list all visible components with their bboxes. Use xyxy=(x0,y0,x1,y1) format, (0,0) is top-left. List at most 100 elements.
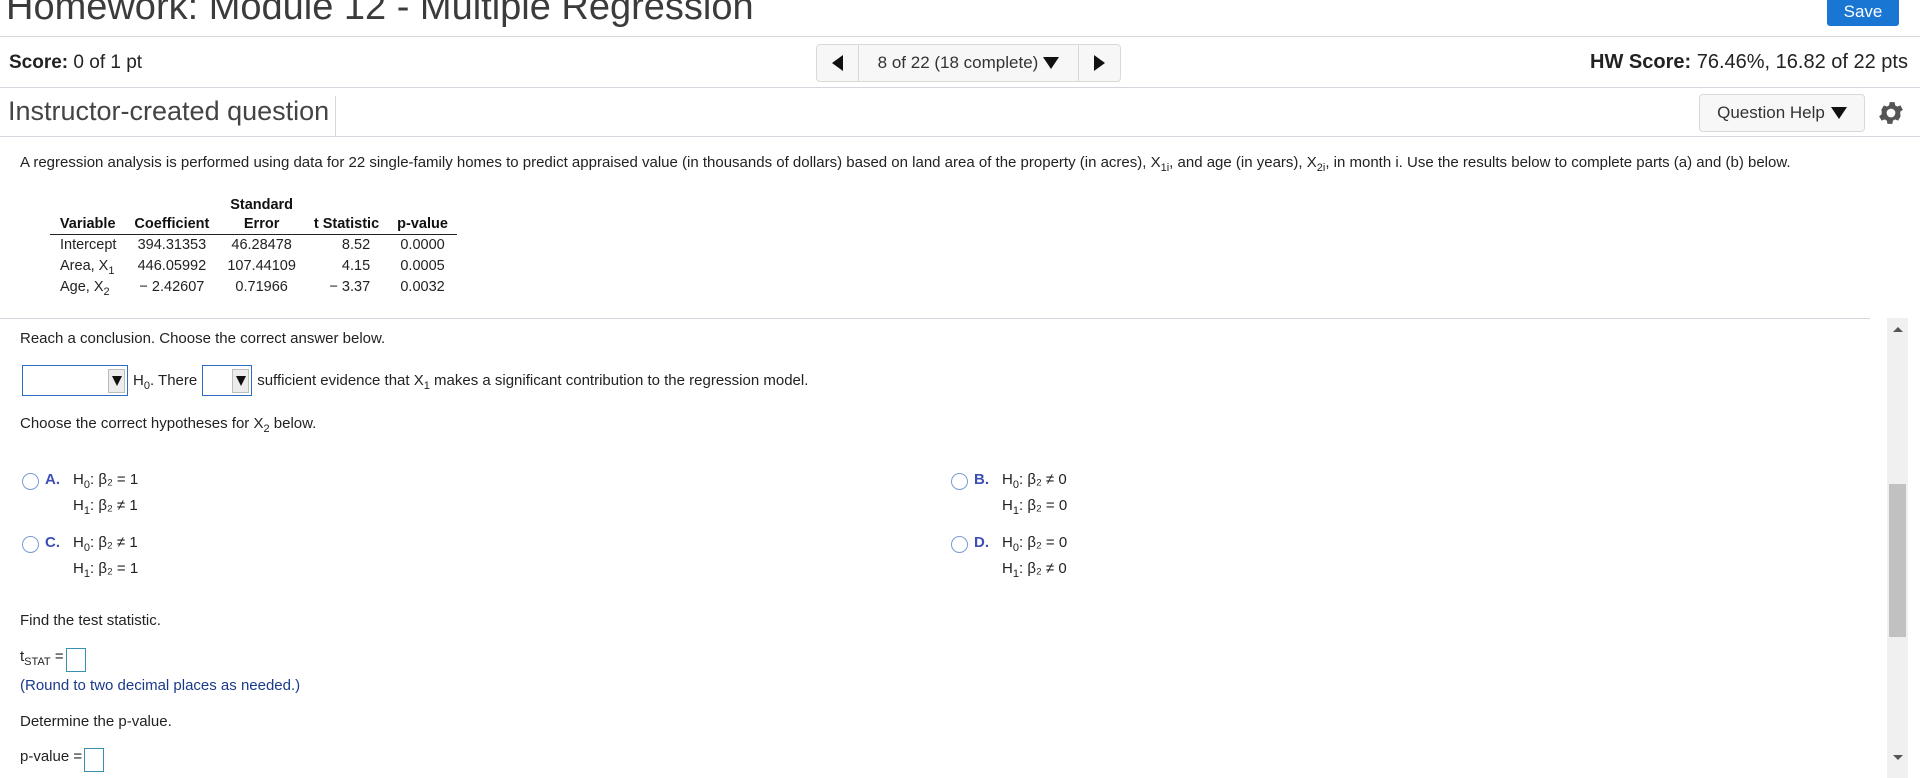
hw-score-label: HW Score: xyxy=(1590,51,1692,73)
choice-a[interactable]: A. H0: β₂ = 1 H1: β₂ ≠ 1 xyxy=(22,471,138,519)
save-button[interactable]: Save xyxy=(1827,0,1899,26)
vertical-scrollbar[interactable] xyxy=(1887,318,1908,778)
header-top xyxy=(125,196,218,215)
chevron-down-icon xyxy=(1043,57,1060,69)
column-header: t Statistic xyxy=(304,215,389,235)
chevron-down-icon xyxy=(1830,107,1847,119)
question-header: Instructor-created question Question Hel… xyxy=(0,89,1920,137)
dropdown-arrow-icon[interactable] xyxy=(108,369,125,393)
regression-table: Standard Variable Coefficient Error t St… xyxy=(50,196,457,298)
page-title: Homework: Module 12 - Multiple Regressio… xyxy=(6,0,754,28)
hw-score: HW Score: 76.46%, 16.82 of 22 pts xyxy=(1590,51,1908,74)
intro-text-3: , in month i. Use the results below to c… xyxy=(1325,154,1791,171)
choice-d[interactable]: D. H0: β₂ = 0 H1: β₂ ≠ 0 xyxy=(951,534,1067,582)
choice-b[interactable]: B. H0: β₂ ≠ 0 H1: β₂ = 0 xyxy=(951,471,1067,519)
variable-cell: Age, X2 xyxy=(60,279,110,298)
t-stat-cell: 8.52 xyxy=(341,237,371,253)
question-list-dropdown[interactable]: 8 of 22 (18 complete) xyxy=(859,45,1078,81)
null-hypothesis: H0: β₂ = 1 xyxy=(73,471,139,491)
alt-hypothesis: H1: β₂ = 0 xyxy=(1002,497,1068,517)
header-top xyxy=(388,196,457,215)
title-bar: Homework: Module 12 - Multiple Regressio… xyxy=(0,0,1920,37)
reject-decision-dropdown[interactable] xyxy=(22,365,128,396)
column-header: p-value xyxy=(388,215,457,235)
question-navigator: 8 of 22 (18 complete) xyxy=(816,44,1121,82)
t-stat-cell: − 3.37 xyxy=(329,279,371,295)
column-header: Error xyxy=(218,215,305,235)
question-type-label: Instructor-created question xyxy=(8,96,337,136)
hypotheses-prompt: Choose the correct hypotheses for X2 bel… xyxy=(20,415,317,435)
choice-letter: C. xyxy=(45,534,60,551)
p-value-cell: 0.0000 xyxy=(400,237,445,253)
pvalue-row: p-value = xyxy=(20,748,105,772)
p-value-prompt: Determine the p-value. xyxy=(20,713,172,730)
choice-c[interactable]: C. H0: β₂ ≠ 1 H1: β₂ = 1 xyxy=(22,534,138,582)
coefficient-cell: 394.31353 xyxy=(137,237,207,253)
std-error-cell: 46.28478 xyxy=(231,237,292,253)
intro-sub-1: 1i xyxy=(1160,162,1170,174)
header-top xyxy=(305,196,388,215)
variable-cell: Area, X1 xyxy=(60,258,115,277)
dropdown-arrow-icon[interactable] xyxy=(232,369,250,393)
choice-letter: A. xyxy=(45,471,60,488)
section-divider xyxy=(0,318,1870,319)
header-top xyxy=(50,196,125,215)
coefficient-cell: − 2.42607 xyxy=(139,279,205,295)
left-arrow-icon xyxy=(832,55,843,71)
p-value-cell: 0.0032 xyxy=(400,279,445,295)
test-stat-prompt: Find the test statistic. xyxy=(20,612,161,629)
column-header: Variable xyxy=(50,215,126,235)
h0-label: H0. There xyxy=(133,372,198,392)
tstat-input[interactable] xyxy=(65,648,86,672)
table-row: Age, X2 − 2.42607 0.71966 − 3.37 0.0032 xyxy=(50,277,457,298)
alt-hypothesis: H1: β₂ = 1 xyxy=(73,560,139,580)
t-stat-cell: 4.15 xyxy=(341,258,371,274)
null-hypothesis: H0: β₂ = 0 xyxy=(1002,534,1068,554)
radio-button[interactable] xyxy=(951,536,968,553)
null-hypothesis: H0: β₂ ≠ 0 xyxy=(1002,471,1067,491)
pvalue-label: p-value = xyxy=(20,748,83,765)
scroll-down-arrow-icon[interactable] xyxy=(1893,755,1903,760)
radio-button[interactable] xyxy=(22,473,39,490)
conclusion-prompt: Reach a conclusion. Choose the correct a… xyxy=(20,330,386,347)
pvalue-input[interactable] xyxy=(84,748,105,772)
alt-hypothesis: H1: β₂ ≠ 1 xyxy=(73,497,138,517)
conclusion-row: H0. There sufficient evidence that X1 ma… xyxy=(22,365,808,396)
previous-question-button[interactable] xyxy=(817,45,859,81)
tstat-row: tSTAT = xyxy=(20,648,86,672)
radio-button[interactable] xyxy=(951,473,968,490)
question-score: Score: 0 of 1 pt xyxy=(9,52,142,74)
intro-text-2: , and age (in years), X xyxy=(1169,154,1317,171)
rounding-note: (Round to two decimal places as needed.) xyxy=(20,677,301,694)
intro-text-1: A regression analysis is performed using… xyxy=(20,154,1161,171)
std-error-cell: 0.71966 xyxy=(235,279,288,295)
std-error-cell: 107.44109 xyxy=(227,258,296,274)
table-row: Intercept 394.31353 46.28478 8.52 0.0000 xyxy=(50,235,457,257)
header-top: Standard xyxy=(230,197,294,213)
next-question-button[interactable] xyxy=(1078,45,1120,81)
right-arrow-icon xyxy=(1094,55,1105,71)
scrollbar-thumb[interactable] xyxy=(1889,484,1906,637)
null-hypothesis: H0: β₂ ≠ 1 xyxy=(73,534,138,554)
scroll-up-arrow-icon[interactable] xyxy=(1893,327,1903,332)
variable-cell: Intercept xyxy=(60,237,117,253)
hw-score-value: 76.46%, 16.82 of 22 pts xyxy=(1696,51,1908,73)
coefficient-cell: 446.05992 xyxy=(137,258,207,274)
gear-icon[interactable] xyxy=(1876,98,1906,128)
score-label: Score: xyxy=(9,52,69,73)
choice-letter: D. xyxy=(974,534,989,551)
question-intro: A regression analysis is performed using… xyxy=(20,150,1890,176)
conclusion-text: sufficient evidence that X1 makes a sign… xyxy=(257,372,809,392)
table-row: Area, X1 446.05992 107.44109 4.15 0.0005 xyxy=(50,256,457,277)
p-value-cell: 0.0005 xyxy=(400,258,445,274)
score-value: 0 of 1 pt xyxy=(73,52,143,73)
question-help-button[interactable]: Question Help xyxy=(1699,94,1865,132)
alt-hypothesis: H1: β₂ ≠ 0 xyxy=(1002,560,1067,580)
score-bar: Score: 0 of 1 pt 8 of 22 (18 complete) H… xyxy=(0,38,1920,88)
question-help-label: Question Help xyxy=(1717,103,1825,122)
column-header: Coefficient xyxy=(125,215,219,235)
evidence-dropdown[interactable] xyxy=(202,365,253,396)
radio-button[interactable] xyxy=(22,536,39,553)
choice-letter: B. xyxy=(974,471,989,488)
tstat-label: tSTAT = xyxy=(20,648,64,668)
